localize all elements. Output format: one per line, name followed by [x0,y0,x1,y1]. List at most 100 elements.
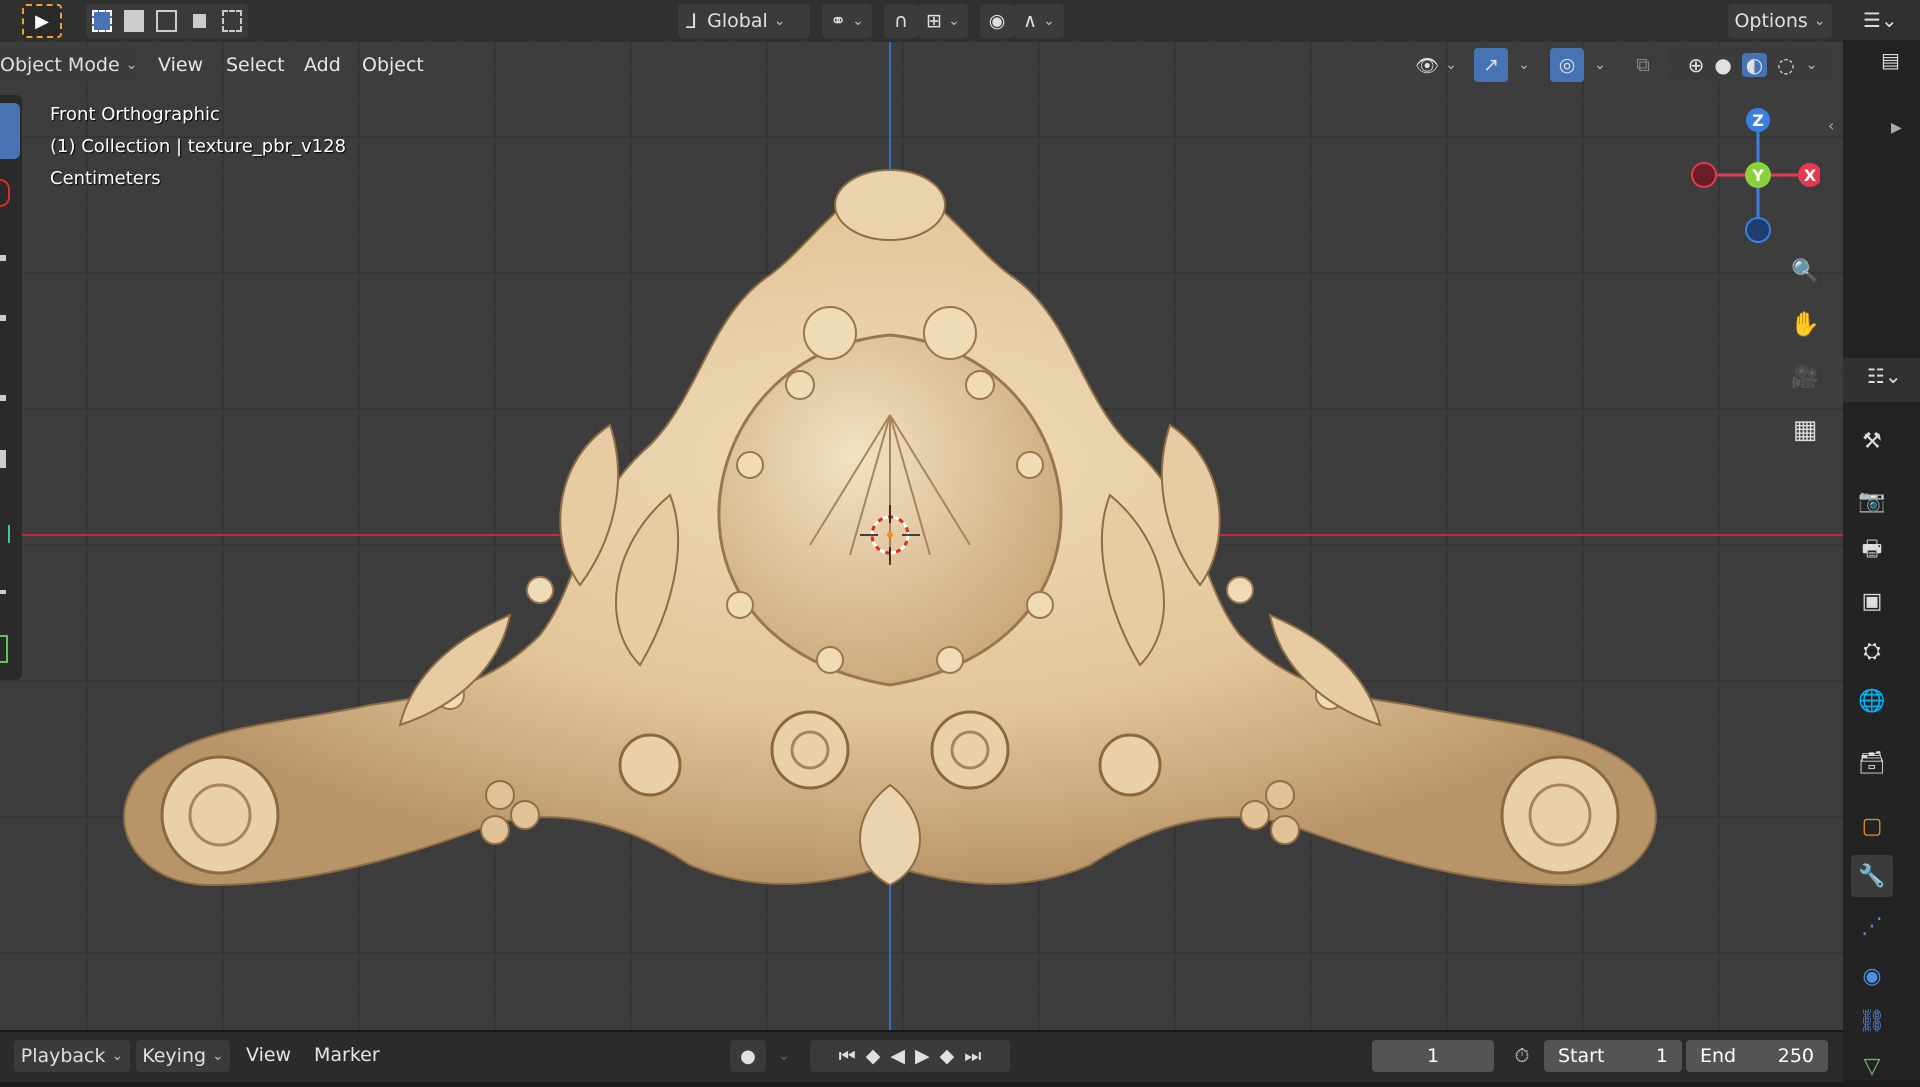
prev-keyframe-icon[interactable]: ◆ [866,1045,881,1067]
solid-shading-icon[interactable]: ● [1714,53,1731,77]
options-label: Options [1734,10,1808,32]
expand-arrow-icon[interactable]: ▶ [1891,120,1902,136]
end-frame-field[interactable]: End 250 [1686,1040,1828,1072]
tool-cursor[interactable] [0,179,10,207]
object-mode-dropdown[interactable]: Object Mode ⌄ [0,49,138,81]
grid-icon: ▦ [1792,415,1818,445]
select-intersect-icon[interactable] [188,10,210,32]
play-icon[interactable]: ▶ [915,1045,930,1067]
rendered-shading-icon[interactable]: ◌ [1777,53,1794,77]
chevron-down-icon: ⌄ [125,57,138,73]
tool-annotate[interactable] [0,525,10,543]
snap-toggle[interactable]: ∩ [884,4,918,38]
play-reverse-icon[interactable]: ◀ [890,1045,905,1067]
gizmo-dropdown[interactable]: ⌄ [1508,48,1534,82]
playback-dropdown[interactable]: Playback ⌄ [14,1040,130,1072]
current-frame-field[interactable]: 1 [1372,1040,1494,1072]
visibility-dropdown[interactable]: 👁 ⌄ [1408,48,1464,82]
chevron-down-icon[interactable]: ⌄ [1806,57,1818,73]
view-layer-properties-tab[interactable]: ▣ [1851,580,1893,622]
menu-add[interactable]: Add [304,50,341,80]
tool-rotate[interactable] [0,315,6,321]
sidebar-collapse-arrow[interactable]: ‹ [1828,116,1834,135]
tool-select-box[interactable] [0,103,20,159]
tool-measure[interactable] [0,590,6,594]
properties-editor-type-icon[interactable]: ☷⌄ [1867,364,1902,388]
chevron-down-icon: ⌄ [773,13,786,29]
select-new-icon[interactable] [92,10,113,32]
physics-properties-tab[interactable]: ◉ [1851,955,1893,997]
tool-settings-icon: ⚒ [1862,428,1882,454]
playback-label: Playback [20,1045,106,1067]
jump-end-icon[interactable]: ⏭ [964,1045,981,1067]
modifier-properties-tab[interactable]: 🔧 [1851,855,1893,897]
snap-target-dropdown[interactable]: ⊞ ⌄ [918,4,968,38]
next-keyframe-icon[interactable]: ◆ [940,1045,955,1067]
menu-select[interactable]: Select [226,50,285,80]
view-name: Front Orthographic [50,104,220,125]
collection-properties-tab[interactable]: 🗃 [1851,742,1893,784]
menu-view[interactable]: View [158,50,203,80]
wireframe-shading-icon[interactable]: ⊕ [1688,53,1705,77]
overlays-dropdown[interactable]: ⌄ [1584,48,1610,82]
options-dropdown[interactable]: Options ⌄ [1728,4,1832,38]
falloff-curve-icon: ∧ [1023,10,1038,32]
start-frame-field[interactable]: Start 1 [1544,1040,1682,1072]
xray-icon: ⧉ [1636,54,1650,76]
chevron-down-icon: ⌄ [1594,57,1606,73]
select-invert-icon[interactable] [221,10,243,32]
constraints-properties-tab[interactable]: ⛓ [1851,1000,1893,1042]
particles-properties-tab[interactable]: ⋰ [1851,905,1893,947]
zoom-button[interactable]: 🔍 [1784,250,1826,292]
material-shading-icon[interactable]: ◐ [1741,53,1768,77]
object-properties-tab[interactable]: ▢ [1851,805,1893,847]
toggle-perspective-button[interactable]: ▦ [1784,409,1826,451]
auto-keying-toggle[interactable]: ● [730,1040,766,1072]
cursor-arrow-icon: ▶ [35,10,49,32]
object-mode-label: Object Mode [0,54,120,76]
pan-button[interactable]: ✋ [1784,303,1826,345]
select-subtract-icon[interactable] [156,10,177,32]
chevron-down-icon: ⌄ [1043,13,1055,29]
tool-transform[interactable] [0,450,6,468]
transport-controls: ⏮ ◆ ◀ ▶ ◆ ⏭ [810,1040,1010,1072]
tool-properties-tab[interactable]: ⚒ [1851,420,1893,462]
jump-start-icon[interactable]: ⏮ [839,1045,856,1067]
data-properties-tab[interactable]: ▽ [1851,1045,1893,1087]
current-frame-value: 1 [1426,1045,1440,1067]
proportional-edit-icon: ◉ [988,10,1006,32]
render-icon: 📷 [1858,488,1886,514]
preview-range-toggle[interactable]: ⏱ [1504,1040,1540,1072]
pivot-point-dropdown[interactable]: ⚭ ⌄ [822,4,872,38]
overlays-toggle[interactable]: ◎ [1550,48,1584,82]
render-properties-tab[interactable]: 📷 [1851,480,1893,522]
select-tool-button[interactable]: ▶ [22,4,62,38]
timeline-menu-marker[interactable]: Marker [314,1040,380,1070]
falloff-dropdown[interactable]: ∧ ⌄ [1014,4,1064,38]
keying-dropdown[interactable]: Keying ⌄ [136,1040,230,1072]
tool-add-cube[interactable] [0,635,8,663]
tool-move[interactable] [0,255,6,261]
camera-icon: 🎥 [1791,364,1819,390]
editor-type-icon[interactable]: ☰⌄ [1863,8,1898,32]
navigation-gizmo[interactable]: Z Y X [1680,100,1820,250]
tool-scale[interactable] [0,395,6,401]
select-extend-icon[interactable] [124,10,145,32]
left-toolbar [0,95,22,680]
keying-set-dropdown[interactable]: ⌄ [766,1040,796,1072]
scene-properties-tab[interactable]: ⛭ [1851,630,1893,672]
transform-orientation-dropdown[interactable]: ⅃ Global ⌄ [678,4,810,38]
orientation-label: Global [707,10,768,32]
xray-toggle[interactable]: ⧉ [1626,48,1660,82]
gizmo-toggle[interactable]: ↗ [1474,48,1508,82]
menu-object[interactable]: Object [362,50,424,80]
camera-view-button[interactable]: 🎥 [1784,356,1826,398]
world-properties-tab[interactable]: 🌐 [1851,680,1893,722]
eye-icon: 👁 [1415,54,1440,77]
outliner-filter-icon[interactable]: ▤ [1881,48,1900,72]
output-properties-tab[interactable]: 🖶 [1851,530,1893,572]
timeline-menu-view[interactable]: View [246,1040,291,1070]
chevron-down-icon: ⌄ [948,13,960,29]
collection-info: (1) Collection | texture_pbr_v128 [50,136,347,157]
proportional-edit-toggle[interactable]: ◉ [980,4,1014,38]
